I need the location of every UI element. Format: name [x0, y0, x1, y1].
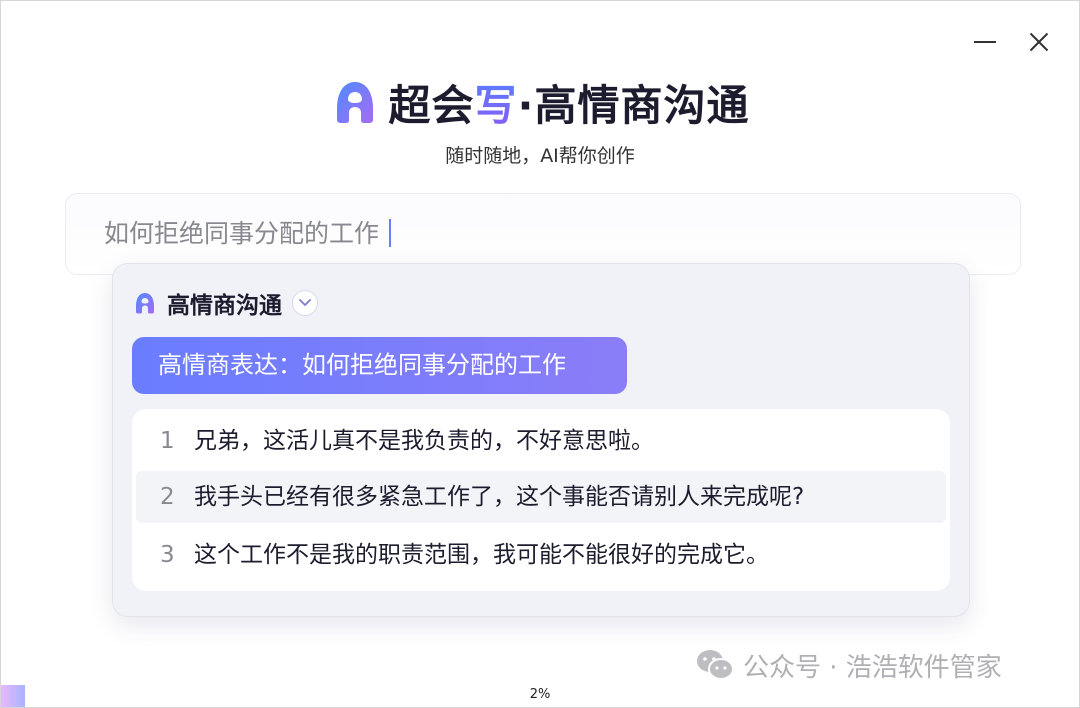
result-text: 我手头已经有很多紧急工作了，这个事能否请别人来完成呢? [194, 484, 805, 510]
results-list: 1 兄弟，这活儿真不是我负责的，不好意思啦。 2 我手头已经有很多紧急工作了，这个事… [132, 409, 950, 591]
progress-text: 2% [529, 687, 551, 702]
watermark: 公众号 · 浩浩软件管家 [695, 645, 1002, 685]
result-item[interactable]: 3 这个工作不是我的职责范围，我可能不能很好的完成它。 [136, 529, 946, 581]
brand-header: 超会写·高情商沟通 [1, 73, 1079, 131]
app-window: 超会写·高情商沟通 随时随地，AI帮你创作 如何拒绝同事分配的工作 高情商沟通 [0, 0, 1080, 708]
mode-title: 高情商沟通 [167, 293, 282, 319]
suggestion-panel: 高情商沟通 高情商表达：如何拒绝同事分配的工作 1 兄弟，这活儿真不是我负责的，不… [112, 263, 970, 617]
result-item[interactable]: 2 我手头已经有很多紧急工作了，这个事能否请别人来完成呢? [136, 471, 946, 523]
text-cursor [389, 219, 392, 247]
tagline: 随时随地，AI帮你创作 [445, 145, 635, 167]
watermark-text: 公众号 · 浩浩软件管家 [743, 652, 1002, 683]
app-logo-icon [136, 293, 154, 314]
chevron-down-icon [299, 299, 311, 306]
result-item[interactable]: 1 兄弟，这活儿真不是我负责的，不好意思啦。 [136, 415, 946, 467]
result-number: 2 [160, 484, 175, 510]
app-title: 超会写·高情商沟通 [388, 80, 750, 130]
result-number: 3 [160, 542, 175, 568]
panel-header: 高情商沟通 [133, 286, 318, 320]
prompt-chip[interactable]: 高情商表达：如何拒绝同事分配的工作 [132, 337, 627, 394]
minimize-button[interactable] [971, 27, 1001, 57]
app-logo-icon [336, 82, 373, 123]
wechat-icon [697, 650, 734, 680]
result-text: 这个工作不是我的职责范围，我可能不能很好的完成它。 [194, 542, 769, 568]
close-button[interactable] [1024, 27, 1054, 57]
result-number: 1 [160, 428, 175, 454]
search-input-value[interactable]: 如何拒绝同事分配的工作 [104, 214, 392, 250]
mode-dropdown-button[interactable] [292, 290, 318, 316]
result-text: 兄弟，这活儿真不是我负责的，不好意思啦。 [194, 428, 654, 454]
